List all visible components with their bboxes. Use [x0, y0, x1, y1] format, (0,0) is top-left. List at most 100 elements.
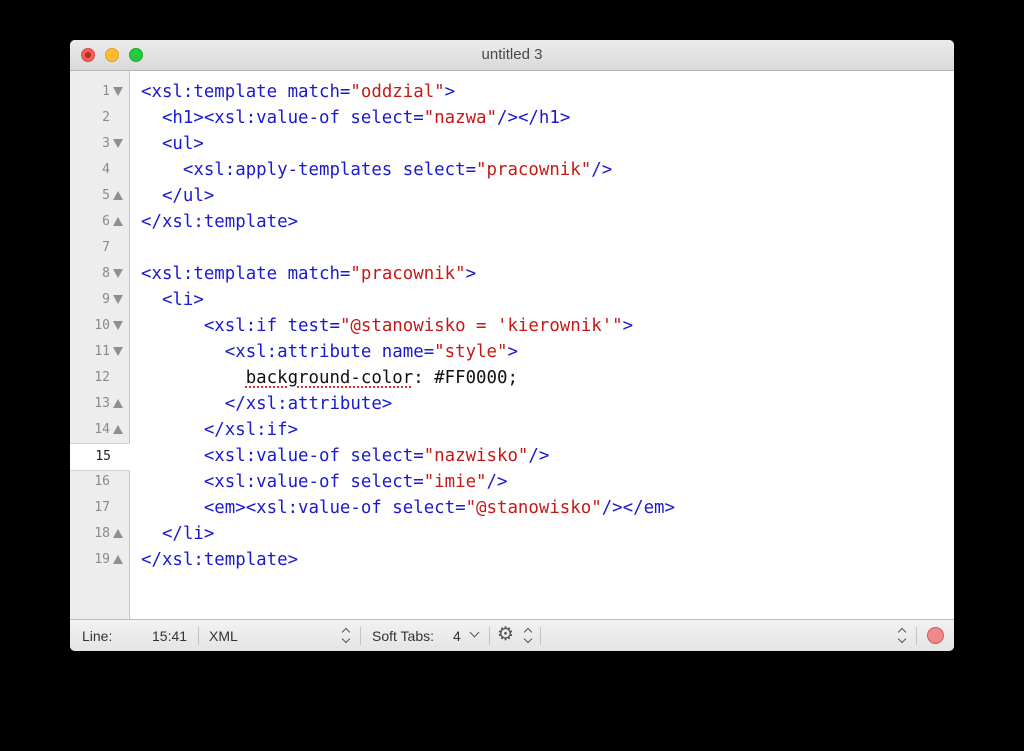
line-number: 13: [94, 396, 110, 411]
gutter-line: 12: [70, 365, 129, 391]
code-line: </xsl:template>: [141, 547, 298, 573]
xml-tag-token: </xsl:attribute>: [141, 394, 393, 414]
line-number: 17: [94, 500, 110, 515]
code-line: <xsl:apply-templates select="pracownik"/…: [141, 157, 612, 183]
code-line: <li>: [141, 287, 204, 313]
xml-tag-token: <xsl:value-of select=: [141, 446, 424, 466]
attribute-value-token: "imie": [423, 472, 487, 492]
code-line: </ul>: [141, 183, 214, 209]
xml-tag-token: >: [465, 264, 477, 284]
soft-tabs-label[interactable]: Soft Tabs:: [372, 628, 434, 644]
xml-tag-token: <xsl:attribute name=: [141, 342, 435, 362]
gutter-line: 16: [70, 469, 129, 495]
xml-tag-token: />: [591, 160, 613, 180]
record-macro-icon[interactable]: [927, 627, 944, 644]
gutter-line: 5: [70, 183, 129, 209]
line-number-gutter: 1 2 3 4 5 6 7 8 9 10 11 12 13 14 15 16 17 18 19: [70, 71, 130, 619]
xml-tag-token: </xsl:if>: [141, 420, 299, 440]
xml-tag-token: </xsl:template>: [141, 550, 299, 570]
gear-icon[interactable]: ⚙: [497, 625, 514, 645]
line-number: 1: [102, 84, 110, 99]
tab-size-value[interactable]: 4: [453, 628, 461, 644]
gutter-line: 10: [70, 313, 129, 339]
fold-open-icon[interactable]: [113, 347, 123, 356]
code-line: </li>: [141, 521, 214, 547]
gutter-line: 9: [70, 287, 129, 313]
code-line: <xsl:if test="@stanowisko = 'kierownik'"…: [141, 313, 633, 339]
editor-window: untitled 3 1 2 3 4 5 6 7 8 9 10 11 12 13 14 15 16 17 18 19…: [70, 40, 954, 651]
line-number: 5: [102, 188, 110, 203]
code-line: <xsl:attribute name="style">: [141, 339, 518, 365]
fold-open-icon[interactable]: [113, 295, 123, 304]
attribute-value-token: "@stanowisko": [465, 498, 602, 518]
line-number: 10: [94, 318, 110, 333]
fold-close-icon[interactable]: [113, 555, 123, 564]
xml-tag-token: />: [528, 446, 550, 466]
xml-tag-token: </xsl:template>: [141, 212, 299, 232]
gutter-line: 6: [70, 209, 129, 235]
line-number: 14: [94, 422, 110, 437]
attribute-value-token: "nazwisko": [423, 446, 529, 466]
xml-tag-token: />: [486, 472, 508, 492]
divider: [489, 627, 490, 645]
misspelled-word-token: background-color: [245, 368, 414, 388]
fold-open-icon[interactable]: [113, 269, 123, 278]
language-selector[interactable]: XML: [209, 628, 238, 644]
window-title: untitled 3: [481, 46, 543, 63]
line-number: 8: [102, 266, 110, 281]
language-updown-icon[interactable]: [342, 627, 350, 645]
settings-updown-icon[interactable]: [524, 627, 532, 645]
fold-close-icon[interactable]: [113, 529, 123, 538]
code-line: </xsl:if>: [141, 417, 298, 443]
gutter-line: 15: [70, 443, 130, 471]
chevron-down-icon[interactable]: [469, 627, 480, 638]
code-line: </xsl:attribute>: [141, 391, 393, 417]
line-label: Line:: [82, 628, 113, 644]
divider: [540, 627, 541, 645]
attribute-value-token: "pracownik": [350, 264, 466, 284]
gutter-line: 2: [70, 105, 129, 131]
cursor-position[interactable]: 15:41: [152, 628, 187, 644]
xml-tag-token: <xsl:template match=: [141, 264, 351, 284]
line-number: 2: [102, 110, 110, 125]
gutter-line: 8: [70, 261, 129, 287]
xml-tag-token: <h1><xsl:value-of select=: [141, 108, 424, 128]
gutter-line: 13: [70, 391, 129, 417]
fold-close-icon[interactable]: [113, 425, 123, 434]
xml-tag-token: >: [444, 82, 456, 102]
fold-open-icon[interactable]: [113, 321, 123, 330]
gutter-line: 18: [70, 521, 129, 547]
attribute-value-token: "@stanowisko = 'kierownik'": [339, 316, 623, 336]
fold-close-icon[interactable]: [113, 191, 123, 200]
title-bar[interactable]: untitled 3: [70, 40, 954, 71]
fold-close-icon[interactable]: [113, 217, 123, 226]
xml-tag-token: <xsl:template match=: [141, 82, 351, 102]
line-number: 4: [102, 162, 110, 177]
status-bar: Line: 15:41 XML Soft Tabs: 4 ⚙: [70, 619, 954, 651]
xml-tag-token: <xsl:apply-templates select=: [141, 160, 477, 180]
fold-close-icon[interactable]: [113, 399, 123, 408]
editor-area[interactable]: 1 2 3 4 5 6 7 8 9 10 11 12 13 14 15 16 17 18 19 <xsl:templ…: [70, 71, 954, 619]
gutter-line: 11: [70, 339, 129, 365]
attribute-value-token: "nazwa": [423, 108, 497, 128]
fold-open-icon[interactable]: [113, 87, 123, 96]
gutter-line: 3: [70, 131, 129, 157]
fold-open-icon[interactable]: [113, 139, 123, 148]
attribute-value-token: "style": [434, 342, 508, 362]
attribute-value-token: "pracownik": [476, 160, 592, 180]
line-number: 18: [94, 526, 110, 541]
code-text-area[interactable]: <xsl:template match="oddzial"> <h1><xsl:…: [141, 71, 941, 619]
line-number: 12: [94, 370, 110, 385]
symbol-updown-icon[interactable]: [898, 627, 906, 645]
gutter-line: 17: [70, 495, 129, 521]
code-line: <xsl:value-of select="nazwisko"/>: [141, 443, 550, 469]
line-number: 15: [95, 449, 111, 464]
line-number: 6: [102, 214, 110, 229]
code-line: <em><xsl:value-of select="@stanowisko"/>…: [141, 495, 675, 521]
line-number: 11: [94, 344, 110, 359]
divider: [360, 627, 361, 645]
xml-tag-token: <xsl:if test=: [141, 316, 340, 336]
attribute-value-token: "oddzial": [350, 82, 445, 102]
gutter-line: 7: [70, 235, 129, 261]
